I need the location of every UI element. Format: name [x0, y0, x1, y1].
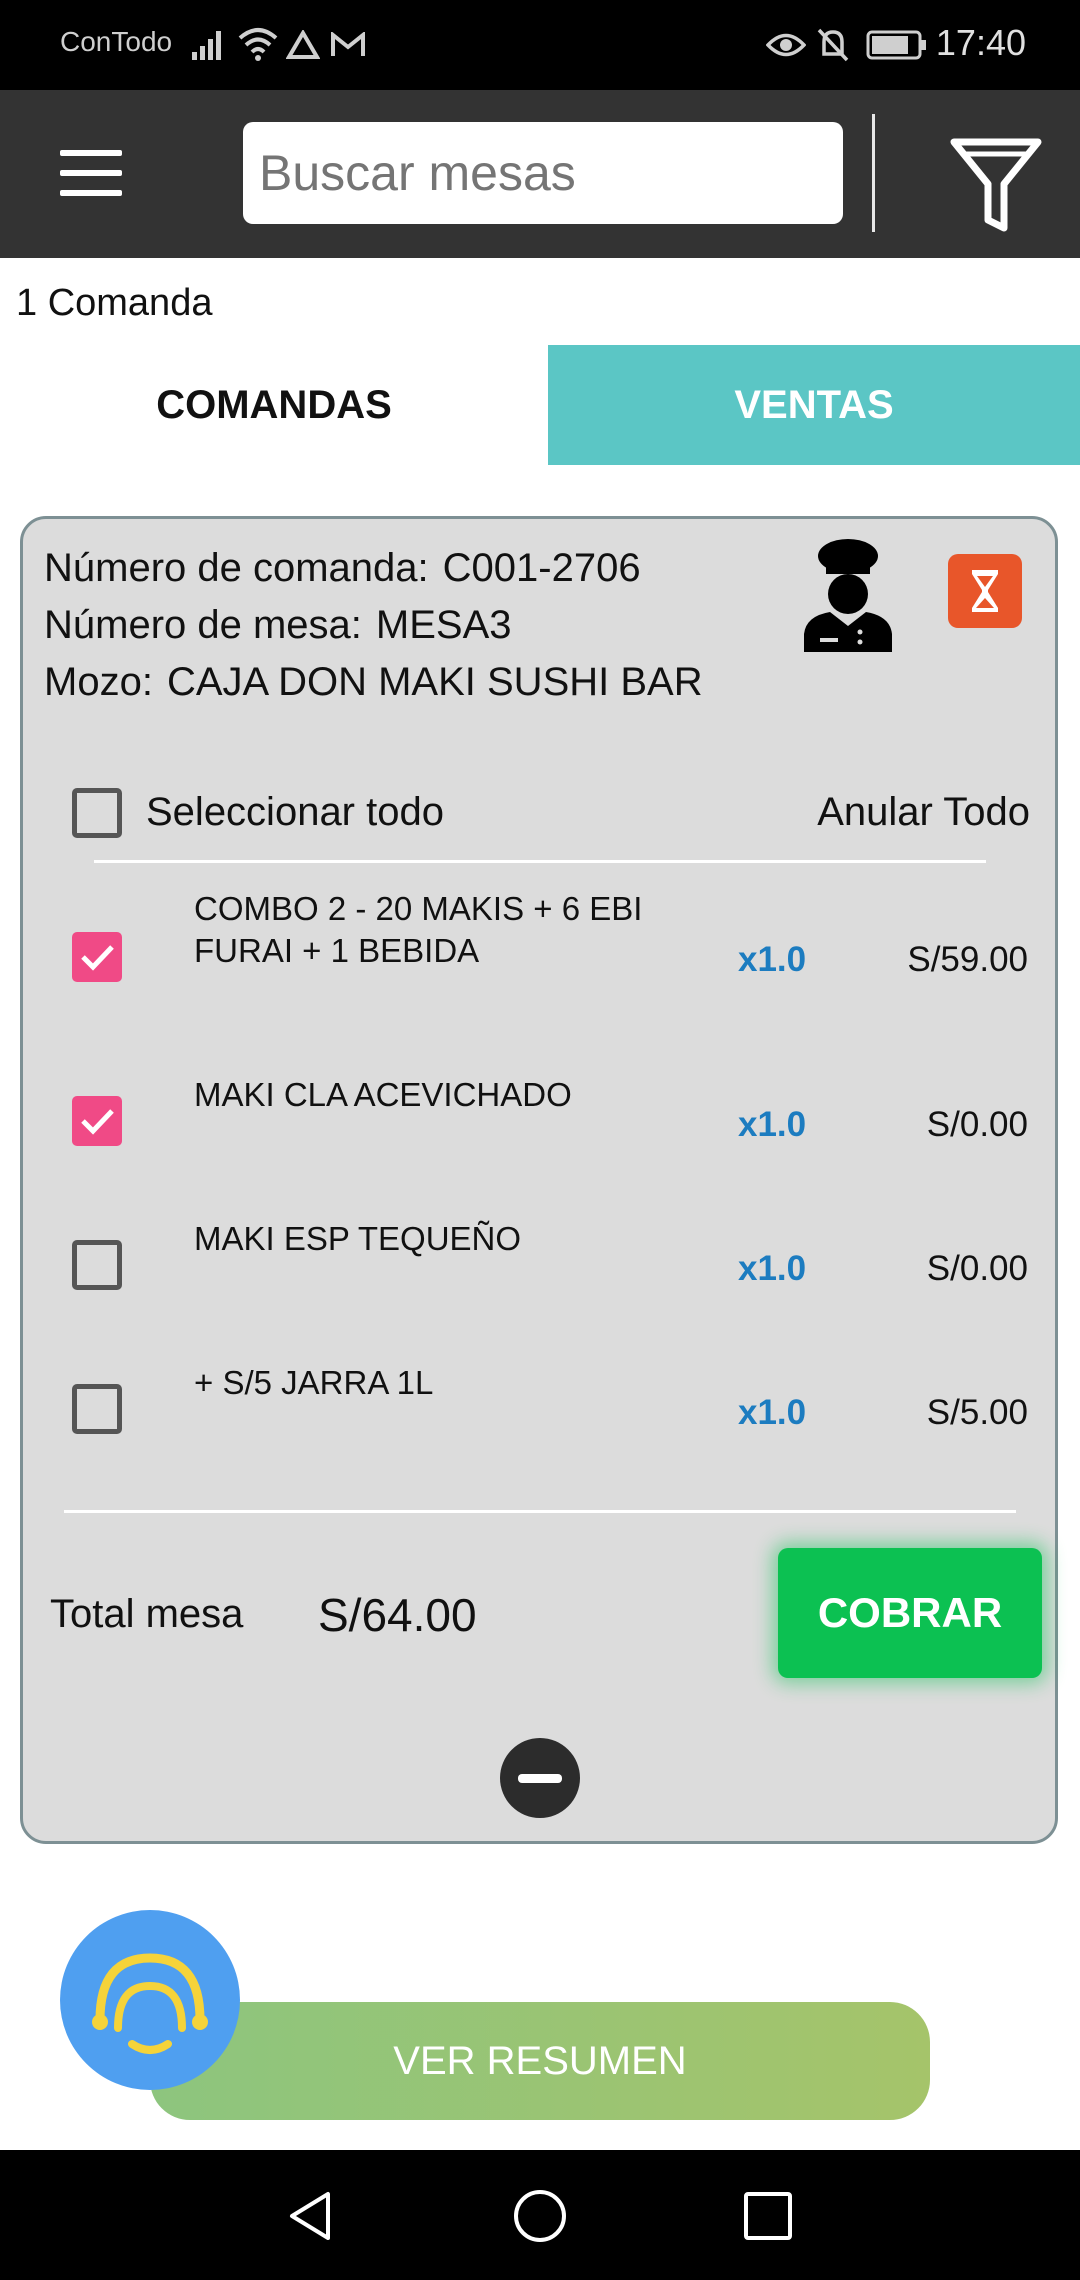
- item-name: + S/5 JARRA 1L: [194, 1364, 434, 1401]
- item-name: MAKI ESP TEQUEÑO: [194, 1220, 522, 1257]
- wifi-icon: [238, 28, 278, 61]
- collapse-minus-icon[interactable]: [500, 1738, 580, 1818]
- carrier-name: ConTodo: [60, 26, 173, 57]
- comanda-number-label: Número de comanda:: [44, 546, 429, 590]
- drive-icon: [286, 30, 320, 59]
- search-input[interactable]: [243, 122, 843, 224]
- table-number-label: Número de mesa:: [44, 603, 362, 647]
- waiter-value: CAJA DON MAKI SUSHI BAR: [166, 660, 703, 704]
- waiter-label: Mozo:: [44, 660, 153, 704]
- comanda-count: 1 Comanda: [16, 282, 213, 324]
- select-all-checkbox[interactable]: [72, 788, 122, 838]
- total-label: Total mesa: [50, 1592, 244, 1636]
- charge-button[interactable]: COBRAR: [778, 1548, 1042, 1678]
- item-quantity: x1.0: [738, 940, 807, 979]
- mute-notifications-icon: [817, 28, 849, 62]
- clock: 17:40: [935, 22, 1026, 63]
- headset-icon: [92, 1953, 208, 2054]
- item-price: S/0.00: [926, 1249, 1028, 1288]
- item-name: MAKI CLA ACEVICHADO: [194, 1076, 572, 1113]
- tab-ventas[interactable]: VENTAS: [548, 345, 1080, 465]
- void-all-button[interactable]: Anular Todo: [817, 790, 1030, 835]
- hamburger-menu-icon[interactable]: [60, 150, 122, 196]
- item-checkbox[interactable]: [72, 1096, 122, 1146]
- back-icon[interactable]: [284, 2186, 344, 2246]
- hourglass-icon: [972, 570, 998, 612]
- comanda-number-value: C001-2706: [442, 546, 641, 590]
- tab-comandas[interactable]: COMANDAS: [0, 345, 548, 465]
- table-number-row: Número de mesa: MESA3: [44, 603, 512, 648]
- total-value: S/64.00: [318, 1589, 477, 1641]
- waiter-row: Mozo: CAJA DON MAKI SUSHI BAR: [44, 660, 703, 705]
- divider: [64, 1510, 1016, 1513]
- gmail-icon: [331, 32, 365, 56]
- item-quantity: x1.0: [738, 1249, 807, 1288]
- support-fab[interactable]: [60, 1910, 240, 2090]
- item-checkbox[interactable]: [72, 1384, 122, 1434]
- item-price: S/0.00: [926, 1105, 1028, 1144]
- signal-icon: [192, 31, 221, 60]
- chef-icon: [804, 539, 892, 652]
- item-checkbox[interactable]: [72, 932, 122, 982]
- item-price: S/59.00: [907, 940, 1028, 979]
- battery-icon: [866, 30, 926, 60]
- select-all-label[interactable]: Seleccionar todo: [146, 790, 444, 835]
- item-checkbox[interactable]: [72, 1240, 122, 1290]
- table-number-value: MESA3: [375, 603, 512, 647]
- eye-icon: [766, 33, 806, 57]
- checkmark-icon: [81, 1109, 114, 1135]
- item-quantity: x1.0: [738, 1105, 807, 1144]
- recent-apps-icon[interactable]: [740, 2188, 796, 2244]
- view-summary-button[interactable]: VER RESUMEN: [150, 2002, 930, 2120]
- item-price: S/5.00: [926, 1393, 1028, 1432]
- checkmark-icon: [81, 945, 114, 971]
- timer-button[interactable]: [948, 554, 1022, 628]
- item-quantity: x1.0: [738, 1393, 807, 1432]
- item-name: COMBO 2 - 20 MAKIS + 6 EBI FURAI + 1 BEB…: [194, 890, 643, 969]
- app-bar-divider: [872, 114, 875, 232]
- divider: [94, 860, 986, 863]
- comanda-number-row: Número de comanda: C001-2706: [44, 546, 641, 591]
- home-icon[interactable]: [510, 2186, 570, 2246]
- filter-funnel-icon[interactable]: [950, 136, 1042, 236]
